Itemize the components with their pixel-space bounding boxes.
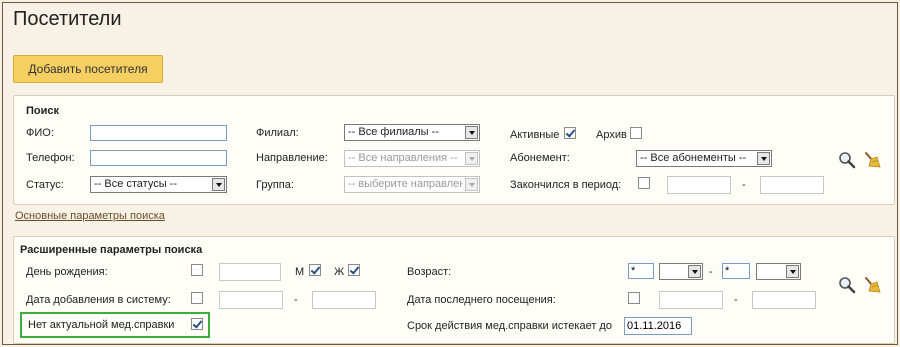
archive-label: Архив xyxy=(596,129,627,141)
direction-label: Направление: xyxy=(256,152,328,164)
direction-select[interactable]: -- Все направления -- xyxy=(344,150,480,167)
male-label: М xyxy=(295,266,305,278)
chevron-down-icon xyxy=(465,126,478,139)
last-visit-checkbox[interactable] xyxy=(628,292,640,304)
status-select[interactable]: -- Все статусы -- xyxy=(90,176,227,193)
ended-dash: - xyxy=(742,179,746,191)
female-label: Ж xyxy=(334,266,345,278)
cert-expires-input[interactable] xyxy=(624,317,692,335)
no-cert-label: Нет актуальной мед.справки xyxy=(28,319,175,331)
added-dash: - xyxy=(294,294,298,306)
chevron-down-icon xyxy=(465,152,478,165)
group-select-value: -- выберите направление -- xyxy=(348,178,463,190)
branch-label: Филиал: xyxy=(256,127,299,139)
extended-panel: Расширенные параметры поиска День рожден… xyxy=(13,236,895,344)
extended-heading: Расширенные параметры поиска xyxy=(20,244,203,256)
fio-label: ФИО: xyxy=(26,127,54,139)
age-to-select[interactable] xyxy=(756,263,801,280)
basic-params-link[interactable]: Основные параметры поиска xyxy=(15,210,165,222)
archive-checkbox[interactable] xyxy=(630,127,642,139)
direction-select-value: -- Все направления -- xyxy=(348,152,458,164)
age-to-input[interactable] xyxy=(722,263,750,279)
female-checkbox[interactable] xyxy=(348,264,360,276)
add-visitor-button[interactable]: Добавить посетителя xyxy=(13,55,163,83)
birthday-label: День рождения: xyxy=(26,266,108,278)
status-label: Статус: xyxy=(26,179,64,191)
last-visit-label: Дата последнего посещения: xyxy=(407,294,556,306)
subscription-label: Абонемент: xyxy=(510,152,570,164)
chevron-down-icon xyxy=(757,152,770,165)
phone-input[interactable] xyxy=(90,150,227,166)
birthday-input[interactable] xyxy=(219,263,281,281)
subscription-select-value: -- Все абонементы -- xyxy=(640,152,747,164)
active-label: Активные xyxy=(510,129,560,141)
fio-input[interactable] xyxy=(90,125,227,141)
added-from-input[interactable] xyxy=(219,291,283,309)
no-cert-checkbox[interactable] xyxy=(191,318,203,330)
phone-label: Телефон: xyxy=(26,152,75,164)
added-date-checkbox[interactable] xyxy=(191,292,203,304)
added-to-input[interactable] xyxy=(312,291,376,309)
chevron-down-icon xyxy=(212,178,225,191)
last-visit-to-input[interactable] xyxy=(752,291,816,309)
ended-to-input[interactable] xyxy=(760,176,824,194)
broom-icon[interactable] xyxy=(863,151,881,169)
ended-from-input[interactable] xyxy=(667,176,731,194)
chevron-down-icon xyxy=(465,178,478,191)
search-heading: Поиск xyxy=(26,105,60,117)
ended-period-label: Закончился в период: xyxy=(510,179,622,191)
active-checkbox[interactable] xyxy=(564,127,576,139)
broom-icon[interactable] xyxy=(863,276,881,294)
chevron-down-icon xyxy=(786,265,799,278)
chevron-down-icon xyxy=(688,265,701,278)
cert-expires-label: Срок действия мед.справки истекает до xyxy=(407,320,612,332)
ended-period-checkbox[interactable] xyxy=(638,177,650,189)
age-from-select[interactable] xyxy=(659,263,703,280)
age-dash: - xyxy=(709,266,713,278)
last-visit-dash: - xyxy=(734,294,738,306)
subscription-select[interactable]: -- Все абонементы -- xyxy=(636,150,772,167)
magnifier-icon[interactable] xyxy=(838,276,856,294)
search-panel: Поиск ФИО: Телефон: Статус: -- Все стату… xyxy=(13,95,895,205)
birthday-checkbox[interactable] xyxy=(191,264,203,276)
status-select-value: -- Все статусы -- xyxy=(94,178,178,190)
age-from-input[interactable] xyxy=(628,263,654,279)
group-label: Группа: xyxy=(256,179,294,191)
male-checkbox[interactable] xyxy=(309,264,321,276)
added-date-label: Дата добавления в систему: xyxy=(26,294,171,306)
page-title: Посетители xyxy=(13,8,122,30)
age-label: Возраст: xyxy=(407,266,452,278)
group-select[interactable]: -- выберите направление -- xyxy=(344,176,480,193)
branch-select[interactable]: -- Все филиалы -- xyxy=(344,124,480,141)
branch-select-value: -- Все филиалы -- xyxy=(348,126,439,138)
last-visit-from-input[interactable] xyxy=(659,291,723,309)
magnifier-icon[interactable] xyxy=(838,151,856,169)
page-frame: Посетители Добавить посетителя Поиск ФИО… xyxy=(2,2,898,345)
